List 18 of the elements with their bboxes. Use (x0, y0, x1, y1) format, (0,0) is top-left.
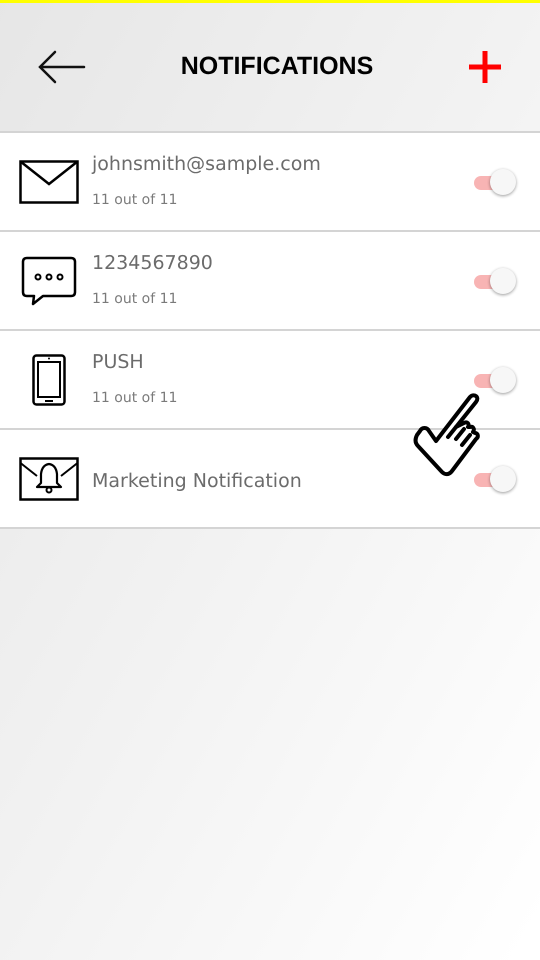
envelope-icon (19, 160, 79, 204)
toggle-switch[interactable] (472, 464, 516, 492)
channel-title: johnsmith@sample.com (92, 152, 322, 176)
envelope-bell-icon (19, 456, 79, 500)
channel-count: 11 out of 11 (92, 191, 178, 210)
channel-title: 1234567890 (92, 251, 214, 275)
page-title: NOTIFICATIONS (180, 51, 374, 82)
chat-bubble-icon (21, 256, 77, 306)
channel-count: 11 out of 11 (92, 389, 178, 408)
channel-title: Marketing Notification (92, 468, 303, 492)
channel-title: PUSH (92, 350, 145, 374)
add-icon[interactable] (468, 50, 502, 84)
back-arrow-icon[interactable] (38, 50, 86, 84)
channel-count: 11 out of 11 (92, 290, 178, 309)
phone-icon (32, 354, 66, 406)
toggle-switch[interactable] (472, 168, 516, 196)
toggle-switch[interactable] (472, 266, 516, 294)
toggle-switch[interactable] (472, 366, 516, 394)
